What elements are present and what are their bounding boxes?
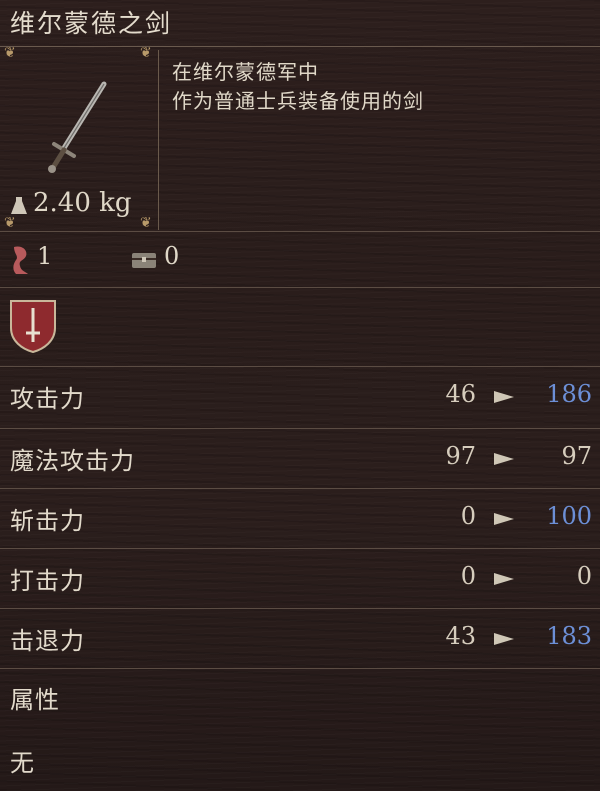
- arrow-right-icon: [494, 633, 514, 645]
- arrow-right-icon: [494, 573, 514, 585]
- stat-label: 斩击力: [10, 507, 85, 535]
- ornament-icon: ❦: [4, 215, 16, 231]
- stat-current: 0: [460, 502, 476, 530]
- item-description: 在维尔蒙德军中 作为普通士兵装备使用的剑: [172, 58, 424, 116]
- ornament-icon: ❦: [140, 45, 152, 61]
- stat-row-strike: 打击力 0 0: [0, 549, 600, 609]
- stat-row-slash: 斩击力 0 100: [0, 489, 600, 549]
- stat-next: 97: [561, 442, 592, 470]
- stat-label: 打击力: [10, 567, 85, 595]
- description-line: 作为普通士兵装备使用的剑: [172, 89, 424, 113]
- stat-current: 97: [445, 442, 476, 470]
- stat-current: 46: [445, 380, 476, 408]
- strength-value: 1: [37, 242, 53, 270]
- stat-current: 43: [445, 622, 476, 650]
- stat-label: 攻击力: [10, 385, 85, 413]
- ornament-icon: ❦: [4, 45, 16, 61]
- stat-label: 击退力: [10, 627, 85, 655]
- arrow-right-icon: [494, 513, 514, 525]
- stat-next: 100: [546, 502, 592, 530]
- strength-icon: [13, 246, 28, 274]
- chest-value: 0: [164, 242, 180, 270]
- stat-row-knockback: 击退力 43 183: [0, 609, 600, 669]
- ornament-icon: ❦: [140, 215, 152, 231]
- chest-icon: [132, 253, 156, 268]
- item-name: 维尔蒙德之剑: [10, 9, 173, 38]
- sword-emblem-icon: [10, 300, 56, 354]
- frame-divider: [158, 50, 159, 230]
- stat-current: 0: [460, 562, 476, 590]
- divider: [0, 287, 600, 288]
- stat-label: 魔法攻击力: [10, 447, 135, 475]
- divider: [0, 231, 600, 232]
- attribute-value: 无: [10, 749, 35, 777]
- weight-icon: [11, 197, 27, 214]
- sword-icon: [48, 81, 107, 173]
- attribute-label: 属性: [10, 686, 60, 714]
- stat-row-magic-attack: 魔法攻击力 97 97: [0, 429, 600, 489]
- arrow-right-icon: [494, 453, 514, 465]
- item-weight: 2.40 kg: [33, 188, 132, 218]
- description-line: 在维尔蒙德军中: [172, 60, 319, 84]
- stat-row-attack: 攻击力 46 186: [0, 367, 600, 427]
- stat-next: 0: [576, 562, 592, 590]
- stat-next: 186: [546, 380, 592, 408]
- divider: [0, 668, 600, 669]
- stat-next: 183: [546, 622, 592, 650]
- arrow-right-icon: [494, 391, 514, 403]
- item-detail-panel: 维尔蒙德之剑 ❦ ❦ ❦ ❦ 2.40 kg 在维尔蒙德军中 作为普通士兵装备使…: [0, 0, 600, 791]
